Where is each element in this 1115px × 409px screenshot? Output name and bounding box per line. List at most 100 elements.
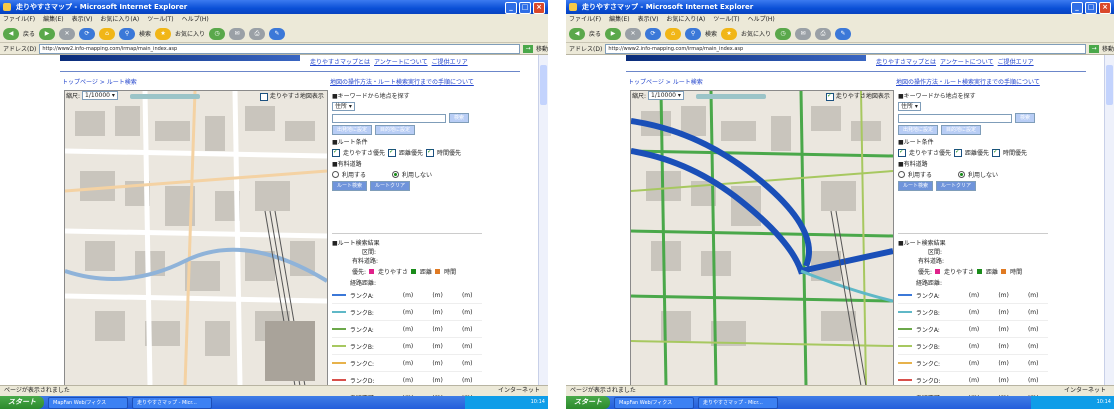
link-about[interactable]: 走りやすさマップとは xyxy=(876,57,936,66)
ease-priority-checkbox[interactable] xyxy=(898,148,906,157)
menu-favorites[interactable]: お気に入り(A) xyxy=(666,14,705,25)
search-label[interactable]: 検索 xyxy=(705,29,717,38)
map-canvas[interactable] xyxy=(64,90,328,387)
time-priority-checkbox[interactable] xyxy=(426,148,435,157)
back-icon[interactable]: ◀ xyxy=(569,27,585,40)
minimize-button[interactable]: _ xyxy=(1071,2,1083,14)
time-priority-checkbox[interactable] xyxy=(992,148,1001,157)
minimize-button[interactable]: _ xyxy=(505,2,517,14)
maximize-button[interactable]: □ xyxy=(1085,2,1097,14)
home-icon[interactable]: ⌂ xyxy=(665,27,682,40)
taskbar-item-ie[interactable]: 走りやすさマップ - Micr... xyxy=(132,396,212,409)
mail-icon[interactable]: ✉ xyxy=(795,27,812,40)
zoom-slider[interactable] xyxy=(696,94,766,99)
back-label[interactable]: 戻る xyxy=(23,29,35,38)
keyword-input[interactable] xyxy=(898,113,1012,123)
maximize-button[interactable]: □ xyxy=(519,2,531,14)
address-input[interactable]: http://www2.info-mapping.com/irmap/main_… xyxy=(39,43,520,54)
home-icon[interactable]: ⌂ xyxy=(99,27,116,40)
map-canvas-route[interactable] xyxy=(630,90,894,387)
search-type-select[interactable]: 住所 ▾ xyxy=(898,102,921,111)
map-toggle[interactable]: 走りやすさ地図表示 xyxy=(260,91,324,101)
breadcrumb[interactable]: トップページ > ルート検索 xyxy=(62,77,137,86)
taskbar-item-mapfan[interactable]: MapFan Web/フィクス xyxy=(48,396,128,409)
history-icon[interactable]: ◷ xyxy=(209,27,226,40)
menu-tools[interactable]: ツール(T) xyxy=(713,14,739,25)
set-origin-button[interactable]: 出発地に設定 xyxy=(898,125,939,135)
close-button[interactable]: × xyxy=(1099,2,1111,14)
search-icon[interactable]: ⚲ xyxy=(685,27,702,40)
distance-priority-checkbox[interactable] xyxy=(954,148,963,157)
menu-edit[interactable]: 編集(E) xyxy=(43,14,63,25)
menu-file[interactable]: ファイル(F) xyxy=(3,14,35,25)
close-button[interactable]: × xyxy=(533,2,545,14)
map-checkbox[interactable] xyxy=(260,92,268,101)
scroll-thumb[interactable] xyxy=(1106,65,1113,105)
link-area[interactable]: ご提供エリア xyxy=(998,57,1034,66)
help-link[interactable]: 地図の操作方法・ルート検索実行までの手順について xyxy=(330,77,474,86)
search-type-select[interactable]: 住所 ▾ xyxy=(332,102,355,111)
menu-favorites[interactable]: お気に入り(A) xyxy=(100,14,139,25)
keyword-input[interactable] xyxy=(332,113,446,123)
menu-file[interactable]: ファイル(F) xyxy=(569,14,601,25)
back-icon[interactable]: ◀ xyxy=(3,27,19,40)
breadcrumb[interactable]: トップページ > ルート検索 xyxy=(628,77,703,86)
go-label[interactable]: 移動 xyxy=(536,44,548,53)
toll-nouse-radio[interactable] xyxy=(958,171,966,178)
menu-help[interactable]: ヘルプ(H) xyxy=(182,14,209,25)
refresh-icon[interactable]: ⟳ xyxy=(79,27,96,40)
favorites-icon[interactable]: ★ xyxy=(155,27,172,40)
go-label[interactable]: 移動 xyxy=(1102,44,1114,53)
go-icon[interactable]: → xyxy=(522,44,533,53)
set-destination-button[interactable]: 目的地に設定 xyxy=(375,125,416,135)
favorites-label[interactable]: お気に入り xyxy=(175,29,205,38)
taskbar-item-ie[interactable]: 走りやすさマップ - Micr... xyxy=(698,396,778,409)
search-button[interactable]: 検索 xyxy=(1015,113,1036,123)
start-button[interactable]: スタート xyxy=(566,396,610,409)
start-button[interactable]: スタート xyxy=(0,396,44,409)
set-destination-button[interactable]: 目的地に設定 xyxy=(941,125,982,135)
map-checkbox[interactable] xyxy=(826,92,834,101)
edit-icon[interactable]: ✎ xyxy=(835,27,852,40)
vertical-scrollbar[interactable] xyxy=(1104,55,1114,385)
back-label[interactable]: 戻る xyxy=(589,29,601,38)
menu-view[interactable]: 表示(V) xyxy=(638,14,659,25)
route-clear-button[interactable]: ルートクリア xyxy=(370,181,411,191)
set-origin-button[interactable]: 出発地に設定 xyxy=(332,125,373,135)
distance-priority-checkbox[interactable] xyxy=(388,148,397,157)
history-icon[interactable]: ◷ xyxy=(775,27,792,40)
stop-icon[interactable]: ✕ xyxy=(59,27,76,40)
taskbar-item-mapfan[interactable]: MapFan Web/フィクス xyxy=(614,396,694,409)
zoom-slider[interactable] xyxy=(130,94,200,99)
link-survey[interactable]: アンケートについて xyxy=(940,57,994,66)
forward-icon[interactable]: ▶ xyxy=(605,27,622,40)
toll-use-radio[interactable] xyxy=(898,171,905,178)
mail-icon[interactable]: ✉ xyxy=(229,27,246,40)
map-toggle[interactable]: 走りやすさ地図表示 xyxy=(826,91,890,101)
scroll-thumb[interactable] xyxy=(540,65,547,105)
edit-icon[interactable]: ✎ xyxy=(269,27,286,40)
link-area[interactable]: ご提供エリア xyxy=(432,57,468,66)
route-search-button[interactable]: ルート検索 xyxy=(332,181,368,191)
favorites-icon[interactable]: ★ xyxy=(721,27,738,40)
scale-select[interactable]: 1/10000 ▾ xyxy=(82,91,118,100)
print-icon[interactable]: ⎙ xyxy=(249,27,266,40)
route-search-button[interactable]: ルート検索 xyxy=(898,181,934,191)
link-survey[interactable]: アンケートについて xyxy=(374,57,428,66)
search-icon[interactable]: ⚲ xyxy=(119,27,136,40)
scale-select[interactable]: 1/10000 ▾ xyxy=(648,91,684,100)
menu-tools[interactable]: ツール(T) xyxy=(147,14,173,25)
menu-help[interactable]: ヘルプ(H) xyxy=(748,14,775,25)
address-input[interactable]: http://www2.info-mapping.com/irmap/main_… xyxy=(605,43,1086,54)
refresh-icon[interactable]: ⟳ xyxy=(645,27,662,40)
route-clear-button[interactable]: ルートクリア xyxy=(936,181,977,191)
toll-nouse-radio[interactable] xyxy=(392,171,400,178)
menu-view[interactable]: 表示(V) xyxy=(72,14,93,25)
stop-icon[interactable]: ✕ xyxy=(625,27,642,40)
toll-use-radio[interactable] xyxy=(332,171,339,178)
forward-icon[interactable]: ▶ xyxy=(39,27,56,40)
search-label[interactable]: 検索 xyxy=(139,29,151,38)
menu-edit[interactable]: 編集(E) xyxy=(609,14,629,25)
favorites-label[interactable]: お気に入り xyxy=(741,29,771,38)
ease-priority-checkbox[interactable] xyxy=(332,148,340,157)
